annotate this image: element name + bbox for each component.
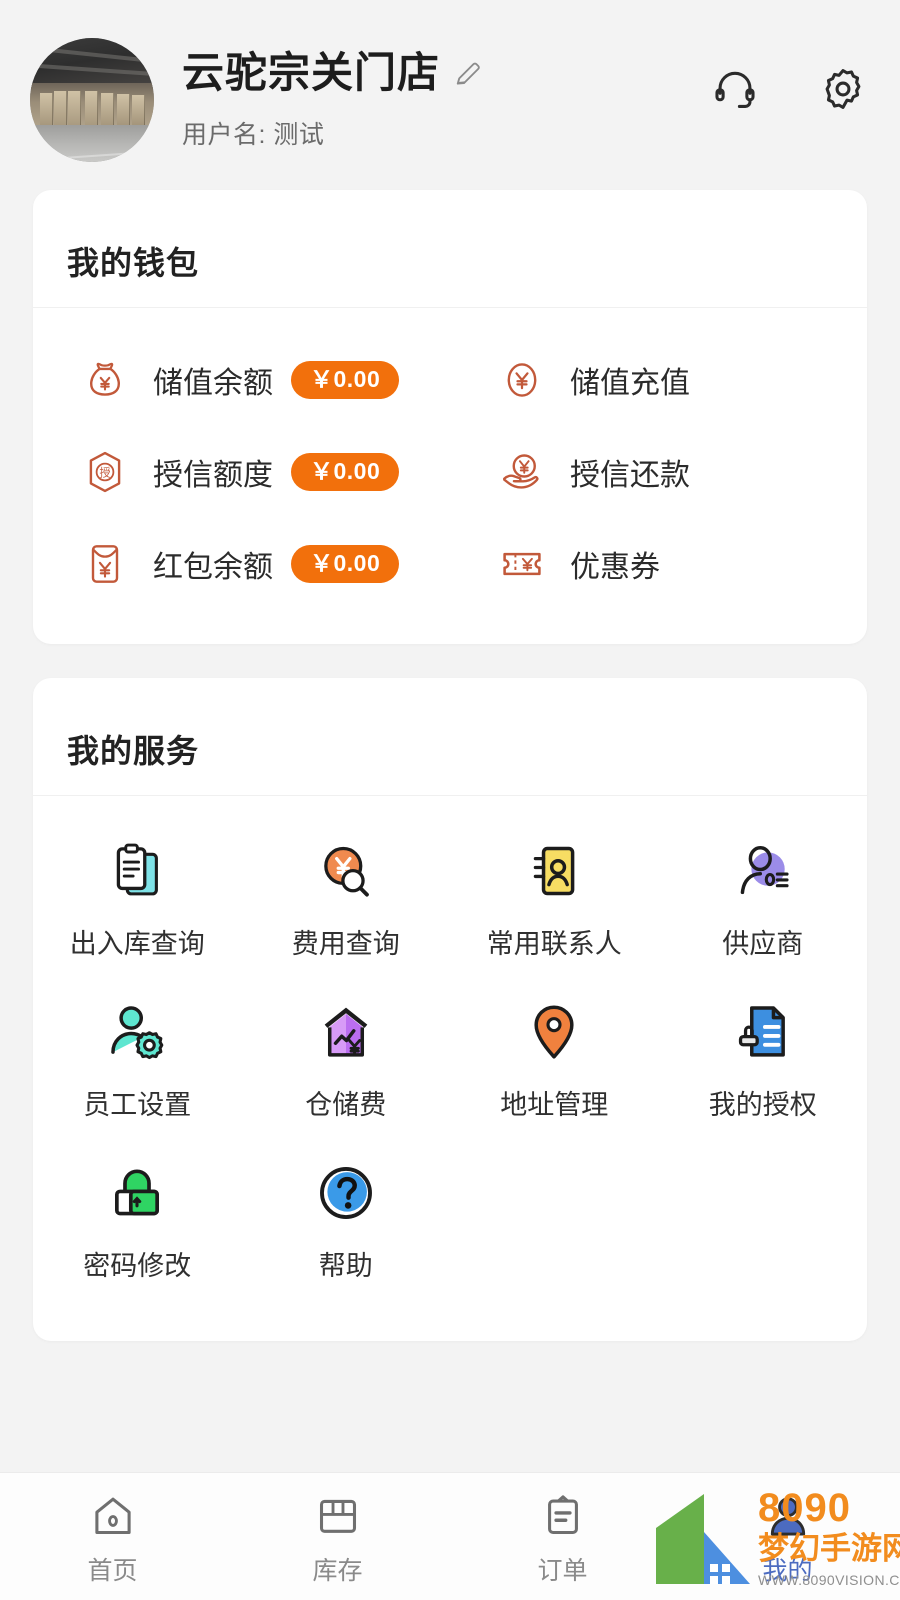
service-item-label: 仓储费 bbox=[305, 1090, 387, 1120]
service-item-authorization[interactable]: 我的授权 bbox=[659, 979, 868, 1140]
wallet-item-coupon[interactable]: 优惠券 bbox=[450, 518, 867, 610]
tab-label: 库存 bbox=[312, 1556, 363, 1585]
avatar-pallet bbox=[131, 95, 145, 125]
header-text-block: 云驼宗关门店 用户名: 测试 bbox=[182, 38, 712, 151]
authorization-doc-icon bbox=[738, 1006, 785, 1057]
bottom-navigation: 首页 库存 订单 我的 bbox=[0, 1472, 900, 1600]
wallet-item-label: 授信还款 bbox=[570, 459, 690, 492]
service-item-staff-settings[interactable]: 员工设置 bbox=[33, 979, 242, 1140]
status-badge: ￥0.00 bbox=[291, 545, 400, 583]
home-icon bbox=[94, 1497, 131, 1534]
svg-text:授: 授 bbox=[99, 466, 110, 480]
header-actions bbox=[712, 38, 866, 112]
service-item-inventory-query[interactable]: 出入库查询 bbox=[33, 818, 242, 979]
clipboard-inventory-icon bbox=[117, 843, 159, 896]
tab-orders[interactable]: 订单 bbox=[450, 1487, 675, 1587]
storage-fee-icon bbox=[324, 1007, 368, 1057]
tab-label: 我的 bbox=[762, 1556, 813, 1585]
wallet-item-label: 红包余额 bbox=[153, 551, 273, 584]
service-item-label: 密码修改 bbox=[83, 1251, 192, 1281]
tab-inventory[interactable]: 库存 bbox=[225, 1487, 450, 1587]
wallet-item-credit-limit[interactable]: 授 授信额度 ￥0.00 bbox=[33, 426, 450, 518]
wallet-body: 储值余额 ￥0.00 储值充值 授 授信额度 ￥0.00 授信还款 红包余额 ￥… bbox=[33, 308, 867, 644]
money-bag-icon bbox=[90, 362, 120, 396]
profile-page: 云驼宗关门店 用户名: 测试 我的钱包 储值余额 ￥0.00 储值充值 授 授信… bbox=[0, 0, 900, 1600]
red-envelope-icon bbox=[91, 545, 119, 583]
credit-hexagon-icon: 授 bbox=[89, 451, 121, 493]
avatar-pallet bbox=[53, 91, 67, 129]
headset-icon[interactable] bbox=[712, 66, 758, 112]
tab-profile[interactable]: 我的 bbox=[675, 1487, 900, 1587]
service-item-help[interactable]: 帮助 bbox=[242, 1140, 451, 1301]
service-item-contacts[interactable]: 常用联系人 bbox=[450, 818, 659, 979]
lock-icon bbox=[115, 1169, 160, 1216]
service-item-change-password[interactable]: 密码修改 bbox=[33, 1140, 242, 1301]
gear-icon[interactable] bbox=[820, 66, 866, 112]
staff-settings-icon bbox=[111, 1006, 164, 1060]
yuan-circle-icon bbox=[507, 363, 537, 397]
box-icon bbox=[319, 1499, 356, 1533]
service-item-label: 我的授权 bbox=[708, 1090, 817, 1120]
service-item-label: 出入库查询 bbox=[69, 929, 205, 959]
wallet-item-stored-balance[interactable]: 储值余额 ￥0.00 bbox=[33, 334, 450, 426]
page-title: 云驼宗关门店 bbox=[182, 49, 441, 96]
wallet-row: 红包余额 ￥0.00 优惠券 bbox=[33, 518, 867, 610]
hand-coin-icon bbox=[503, 454, 539, 489]
tab-home[interactable]: 首页 bbox=[0, 1487, 225, 1587]
services-title: 我的服务 bbox=[67, 733, 200, 769]
wallet-item-recharge[interactable]: 储值充值 bbox=[450, 334, 867, 426]
services-card: 我的服务 出入库查询 费用查询 常用联系人 供应商 员工设置 仓储费 地址管理 … bbox=[33, 678, 867, 1341]
status-badge: ￥0.00 bbox=[291, 453, 400, 491]
wallet-item-label: 授信额度 bbox=[153, 459, 273, 492]
avatar[interactable] bbox=[30, 38, 154, 162]
location-pin-icon bbox=[534, 1005, 574, 1059]
wallet-row: 储值余额 ￥0.00 储值充值 bbox=[33, 334, 867, 426]
supplier-person-icon bbox=[740, 846, 789, 895]
service-item-label: 员工设置 bbox=[83, 1090, 192, 1120]
pencil-icon[interactable] bbox=[454, 58, 484, 88]
tab-label: 订单 bbox=[537, 1556, 588, 1585]
service-item-address[interactable]: 地址管理 bbox=[450, 979, 659, 1140]
service-item-storage-fee[interactable]: 仓储费 bbox=[242, 979, 451, 1140]
shop-title-row: 云驼宗关门店 bbox=[182, 50, 712, 95]
wallet-item-credit-repay[interactable]: 授信还款 bbox=[450, 426, 867, 518]
fee-search-icon bbox=[323, 846, 369, 897]
avatar-pallet bbox=[39, 92, 53, 128]
coupon-ticket-icon bbox=[503, 552, 541, 576]
services-card-header: 我的服务 bbox=[33, 678, 867, 796]
wallet-item-label: 优惠券 bbox=[570, 551, 660, 584]
avatar-pallet bbox=[100, 92, 114, 128]
service-item-label: 供应商 bbox=[722, 929, 804, 959]
wallet-item-redpacket-balance[interactable]: 红包余额 ￥0.00 bbox=[33, 518, 450, 610]
wallet-card: 我的钱包 储值余额 ￥0.00 储值充值 授 授信额度 ￥0.00 授信还款 红… bbox=[33, 190, 867, 644]
service-item-fee-query[interactable]: 费用查询 bbox=[242, 818, 451, 979]
service-item-label: 地址管理 bbox=[500, 1090, 609, 1120]
status-badge: ￥0.00 bbox=[291, 361, 400, 399]
service-item-label: 常用联系人 bbox=[486, 929, 622, 959]
contact-book-icon bbox=[534, 846, 575, 896]
help-question-icon bbox=[319, 1167, 372, 1219]
service-item-label: 费用查询 bbox=[291, 929, 400, 959]
person-icon bbox=[770, 1496, 805, 1535]
service-item-label: 帮助 bbox=[318, 1251, 373, 1281]
wallet-item-label: 储值余额 bbox=[153, 367, 273, 400]
tab-label: 首页 bbox=[87, 1556, 138, 1585]
username-label: 用户名: 测试 bbox=[182, 121, 325, 150]
service-item-supplier[interactable]: 供应商 bbox=[659, 818, 868, 979]
page-header: 云驼宗关门店 用户名: 测试 bbox=[0, 0, 900, 190]
order-clipboard-icon bbox=[547, 1494, 578, 1534]
wallet-item-label: 储值充值 bbox=[570, 367, 690, 400]
avatar-pallet bbox=[116, 93, 130, 127]
avatar-pallet bbox=[84, 91, 98, 129]
wallet-title: 我的钱包 bbox=[67, 245, 200, 281]
wallet-row: 授 授信额度 ￥0.00 授信还款 bbox=[33, 426, 867, 518]
services-grid: 出入库查询 费用查询 常用联系人 供应商 员工设置 仓储费 地址管理 我的授权 … bbox=[33, 796, 867, 1341]
wallet-card-header: 我的钱包 bbox=[33, 190, 867, 308]
